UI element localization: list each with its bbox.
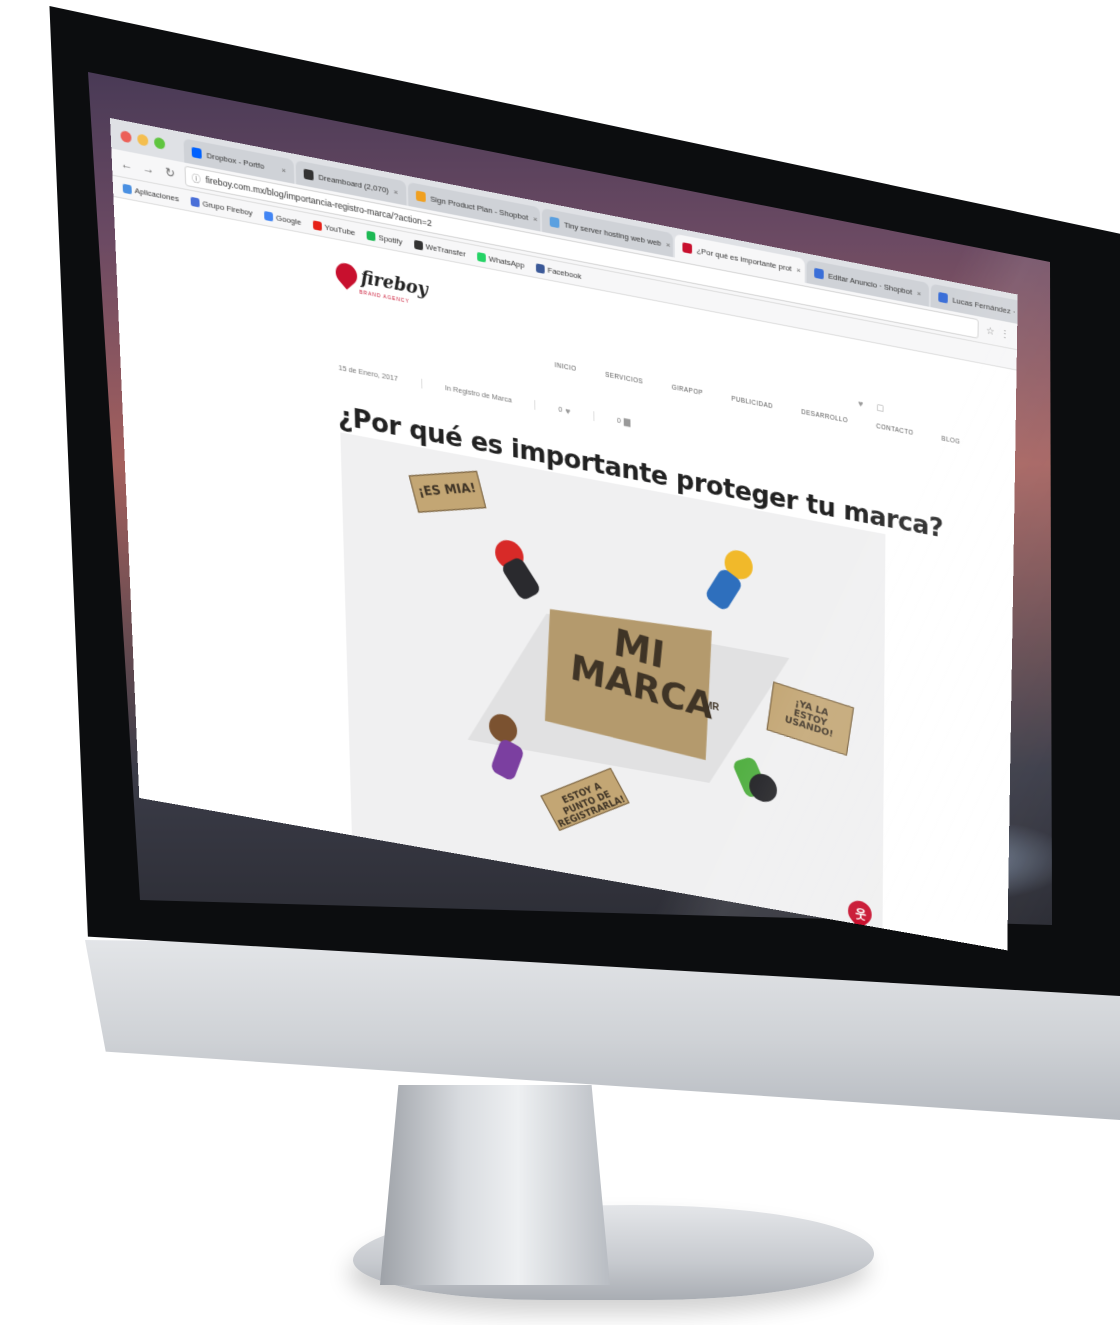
bookmark-label: Facebook [547,265,582,281]
bookmark-favicon-icon [366,230,376,241]
bookmark-favicon-icon [264,210,274,222]
tab-close-icon[interactable]: × [281,165,286,175]
bookmark-label: Aplicaciones [134,185,179,203]
tab-label: Dropbox - Portfo [206,150,265,171]
minimize-window-button[interactable] [137,133,149,147]
heart-icon[interactable]: ♥ [858,398,863,410]
tab-favicon-icon [549,216,560,229]
tab-favicon-icon [303,168,314,181]
header-icons: ♥ ▢ [858,398,884,414]
close-window-button[interactable] [120,130,132,144]
reload-button[interactable]: ↻ [163,164,177,181]
bookmark-label: YouTube [324,222,356,237]
post-date: 15 de Enero, 2017 [338,363,399,384]
speech-sign-punto: ESTOY A PUNTO DE REGISTRARLA! [540,767,630,831]
comments-counter[interactable]: 0 ▆ [617,415,630,428]
likes-count: 0 [558,404,563,415]
tab-close-icon[interactable]: × [796,265,800,275]
nav-item-inicio[interactable]: INICIO [555,362,577,373]
bookmark-3[interactable]: YouTube [312,219,356,237]
tab-favicon-icon [191,146,202,159]
speech-sign-usando: ¡YA LA ESTOY USANDO! [766,681,854,756]
bookmark-favicon-icon [535,262,545,274]
likes-counter[interactable]: 0 ♥ [558,404,570,416]
meta-divider [420,378,423,389]
nav-item-publicidad[interactable]: PUBLICIDAD [731,396,773,411]
bookmark-label: WhatsApp [488,253,525,270]
bookmark-6[interactable]: WhatsApp [477,251,525,270]
nav-item-girapop[interactable]: GIRAPOP [672,384,703,397]
nav-item-contacto[interactable]: CONTACTO [876,423,913,437]
forward-button[interactable]: → [141,160,155,177]
bookmark-2[interactable]: Google [264,210,302,227]
toolbar-actions: ☆ ⋮ [986,325,1010,340]
bookmark-favicon-icon [477,251,487,263]
bookmark-4[interactable]: Spotify [366,230,403,247]
comment-icon: ▆ [623,415,631,427]
bookmark-7[interactable]: Facebook [535,262,582,281]
bookmark-label: Google [275,212,302,227]
nav-item-desarrollo[interactable]: DESARROLLO [801,409,848,425]
comments-count: 0 [616,415,622,426]
bookmark-label: WeTransfer [425,241,466,259]
tab-close-icon[interactable]: × [394,187,399,197]
speech-sign-mia: ¡ES MIA! [408,470,487,513]
tab-favicon-icon [938,291,948,304]
menu-icon[interactable]: ⋮ [1000,328,1010,341]
bookmark-favicon-icon [190,196,200,207]
bookmark-label: Grupo Fireboy [202,198,253,218]
bookmark-favicon-icon [122,183,132,194]
tab-favicon-icon [415,190,426,203]
logo-pin-icon [331,258,362,290]
meta-divider [534,399,536,410]
back-button[interactable]: ← [119,156,133,173]
tab-favicon-icon [682,242,692,254]
heart-icon: ♥ [565,405,571,417]
window-controls [120,130,166,150]
post-category[interactable]: In Registro de Marca [445,383,512,404]
tab-favicon-icon [813,267,824,280]
bookmark-label: Spotify [378,232,403,247]
main-nav: INICIO SERVICIOS GIRAPOP PUBLICIDAD DESARROL… [555,362,961,446]
bookmark-favicon-icon [413,239,423,250]
tab-close-icon[interactable]: × [533,214,538,224]
tab-close-icon[interactable]: × [917,288,922,298]
info-icon: ⓘ [191,172,201,185]
meta-divider [593,410,595,421]
nav-item-blog[interactable]: BLOG [942,436,961,446]
maximize-window-button[interactable] [153,136,166,150]
person-icon: 웃 [855,906,867,922]
instagram-icon[interactable]: ▢ [876,402,884,414]
star-icon[interactable]: ☆ [986,325,995,337]
nav-item-servicios[interactable]: SERVICIOS [605,372,643,386]
monitor-stand-neck [380,1085,610,1285]
tab-close-icon[interactable]: × [666,240,671,250]
bookmark-favicon-icon [312,219,322,231]
